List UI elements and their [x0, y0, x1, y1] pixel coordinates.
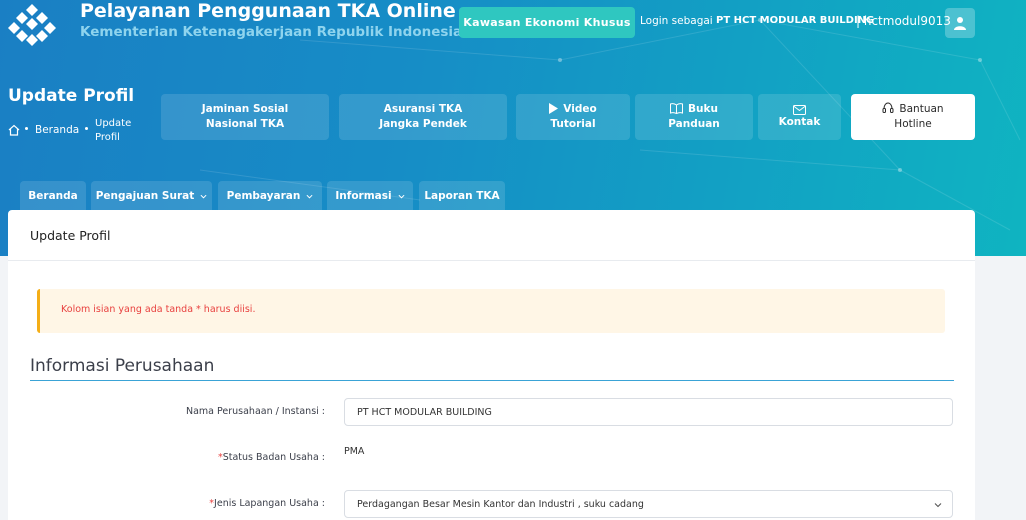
- app-title: Pelayanan Penggunaan TKA Online: [80, 0, 456, 22]
- kawasan-ekonomi-khusus-button[interactable]: Kawasan Ekonomi Khusus: [459, 7, 635, 38]
- jenis-lapangan-usaha-value: Perdagangan Besar Mesin Kantor dan Indus…: [357, 498, 644, 510]
- mail-icon: [792, 104, 806, 115]
- status-badan-usaha-label-text: Status Badan Usaha :: [222, 452, 325, 463]
- nav-pembayaran-label: Pembayaran: [226, 190, 301, 202]
- status-badan-usaha-value: PMA: [344, 446, 365, 457]
- home-icon[interactable]: [8, 124, 20, 136]
- section-divider: [30, 380, 954, 381]
- nama-perusahaan-input[interactable]: PT HCT MODULAR BUILDING: [344, 398, 953, 426]
- nama-perusahaan-value: PT HCT MODULAR BUILDING: [357, 406, 492, 418]
- asuransi-tka-label: Asuransi TKA Jangka Pendek: [379, 103, 467, 130]
- kontak-button[interactable]: Kontak: [758, 94, 841, 140]
- breadcrumb-separator: [85, 127, 88, 130]
- video-tutorial-button[interactable]: Video Tutorial: [516, 94, 630, 140]
- chevron-down-icon: [200, 194, 207, 199]
- update-profil-card: Update Profil Kolom isian yang ada tanda…: [8, 210, 975, 520]
- alert-text: Kolom isian yang ada tanda * harus diisi…: [61, 304, 256, 315]
- jenis-lapangan-usaha-label: *Jenis Lapangan Usaha :: [209, 498, 325, 509]
- login-as-label: Login sebagai: [640, 15, 713, 27]
- bantuan-hotline-label: Bantuan Hotline: [894, 103, 944, 130]
- user-icon: [954, 17, 966, 30]
- nama-perusahaan-label-text: Nama Perusahaan / Instansi :: [185, 406, 325, 417]
- headset-icon: [882, 102, 894, 113]
- kontak-label: Kontak: [778, 115, 821, 128]
- chevron-down-icon: [934, 503, 942, 508]
- buku-panduan-button[interactable]: Buku Panduan: [635, 94, 753, 140]
- breadcrumb-current: Update Profil: [95, 118, 132, 143]
- chevron-down-icon: [398, 194, 405, 199]
- jenis-lapangan-usaha-select[interactable]: Perdagangan Besar Mesin Kantor dan Indus…: [344, 490, 953, 518]
- book-icon: [670, 103, 684, 114]
- card-title: Update Profil: [30, 228, 111, 243]
- jaminan-sosial-label: Jaminan Sosial Nasional TKA: [201, 103, 289, 130]
- nav-pengajuan-surat-label: Pengajuan Surat: [95, 190, 195, 202]
- asuransi-tka-button[interactable]: Asuransi TKA Jangka Pendek: [339, 94, 507, 140]
- play-icon: [549, 103, 559, 114]
- nav-beranda[interactable]: Beranda: [20, 181, 86, 211]
- nav-informasi-label: Informasi: [335, 190, 392, 202]
- jaminan-sosial-button[interactable]: Jaminan Sosial Nasional TKA: [161, 94, 329, 140]
- jenis-lapangan-usaha-label-text: Jenis Lapangan Usaha :: [214, 498, 325, 509]
- nav-beranda-label: Beranda: [28, 190, 78, 202]
- required-fields-alert: Kolom isian yang ada tanda * harus diisi…: [37, 289, 945, 333]
- breadcrumb-separator: [25, 127, 28, 130]
- nav-pengajuan-surat[interactable]: Pengajuan Surat: [91, 181, 212, 211]
- nav-pembayaran[interactable]: Pembayaran: [218, 181, 322, 211]
- breadcrumb-beranda-link[interactable]: Beranda: [35, 124, 79, 136]
- nav-laporan-tka[interactable]: Laporan TKA: [419, 181, 505, 211]
- ministry-logo-icon: [8, 4, 56, 46]
- page-title: Update Profil: [8, 86, 135, 106]
- section-title: Informasi Perusahaan: [30, 356, 215, 376]
- user-id: | hctmodul9013: [856, 14, 951, 28]
- user-avatar-button[interactable]: [945, 8, 975, 38]
- nama-perusahaan-label: Nama Perusahaan / Instansi :: [186, 406, 325, 417]
- bantuan-hotline-button[interactable]: Bantuan Hotline: [851, 94, 975, 140]
- nav-laporan-tka-label: Laporan TKA: [424, 190, 500, 202]
- company-name: PT HCT MODULAR BUILDING: [716, 15, 875, 26]
- chevron-down-icon: [306, 194, 313, 199]
- status-badan-usaha-label: *Status Badan Usaha :: [218, 452, 325, 463]
- nav-informasi[interactable]: Informasi: [327, 181, 413, 211]
- card-header: Update Profil: [8, 210, 975, 261]
- app-subtitle: Kementerian Ketenagakerjaan Republik Ind…: [80, 24, 463, 40]
